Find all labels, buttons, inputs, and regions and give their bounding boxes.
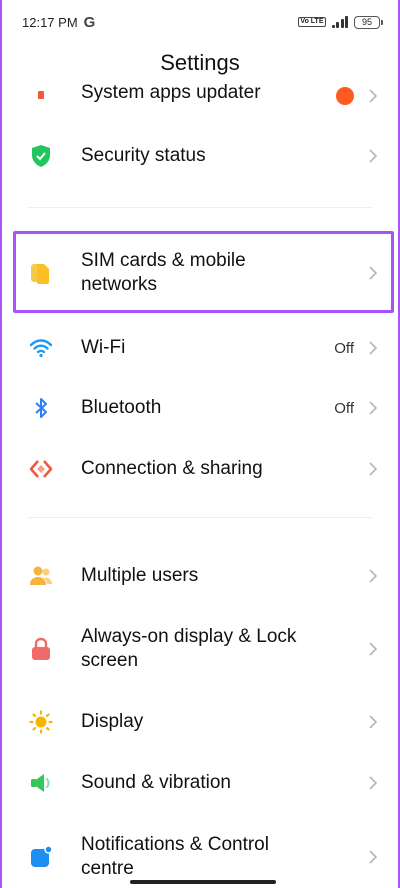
settings-item-connection-sharing[interactable]: Connection & sharing xyxy=(2,447,398,491)
volte-icon: Vo LTE xyxy=(298,17,326,27)
sun-icon xyxy=(28,709,54,735)
settings-item-bluetooth[interactable]: Bluetooth Off xyxy=(2,386,398,430)
settings-item-wifi[interactable]: Wi-Fi Off xyxy=(2,326,398,370)
settings-item-label: Notifications & Control centre xyxy=(81,834,269,879)
chevron-right-icon xyxy=(368,148,378,164)
chevron-right-icon xyxy=(368,568,378,584)
settings-item-system-apps-updater[interactable]: System apps updater xyxy=(2,84,398,108)
settings-item-label: Connection & sharing xyxy=(81,458,263,479)
chevron-right-icon xyxy=(368,88,378,104)
section-divider xyxy=(28,517,372,518)
connection-sharing-icon xyxy=(28,456,54,482)
highlight-box xyxy=(13,231,394,313)
users-icon xyxy=(28,563,54,589)
chevron-right-icon xyxy=(368,775,378,791)
section-divider xyxy=(28,207,372,208)
chevron-right-icon xyxy=(368,641,378,657)
chevron-right-icon xyxy=(368,849,378,865)
settings-item-label: Wi-Fi xyxy=(81,337,126,358)
bluetooth-status: Off xyxy=(334,399,354,417)
chevron-right-icon xyxy=(368,400,378,416)
notification-icon xyxy=(28,844,54,870)
signal-icon xyxy=(331,16,348,28)
settings-item-label: Sound & vibration xyxy=(81,772,231,793)
battery-icon: 95 xyxy=(354,15,383,29)
settings-item-label: Display xyxy=(81,711,144,732)
lock-icon xyxy=(28,636,54,662)
update-badge xyxy=(336,87,354,105)
settings-item-multiple-users[interactable]: Multiple users xyxy=(2,554,398,598)
chevron-right-icon xyxy=(368,461,378,477)
settings-item-lock-screen[interactable]: Always-on display & Lock screen xyxy=(2,624,398,674)
status-time: 12:17 PM xyxy=(22,14,78,30)
settings-item-notifications[interactable]: Notifications & Control centre xyxy=(2,832,398,882)
settings-item-display[interactable]: Display xyxy=(2,700,398,744)
settings-item-security-status[interactable]: Security status xyxy=(2,134,398,178)
settings-item-label: Bluetooth xyxy=(81,397,162,418)
settings-item-label: Always-on display & Lock screen xyxy=(81,626,297,671)
wifi-status: Off xyxy=(334,339,354,357)
status-bar: 12:17 PM G Vo LTE 95 xyxy=(2,0,398,44)
home-indicator[interactable] xyxy=(130,880,276,884)
shield-icon xyxy=(28,143,54,169)
google-icon: G xyxy=(83,13,96,31)
settings-item-label: System apps updater xyxy=(81,84,261,103)
speaker-icon xyxy=(28,770,54,796)
phone-frame: 12:17 PM G Vo LTE 95 Settings System app… xyxy=(0,0,400,888)
page-title: Settings xyxy=(160,50,240,75)
settings-item-label: Multiple users xyxy=(81,565,199,586)
wifi-icon xyxy=(28,335,54,361)
chevron-right-icon xyxy=(368,714,378,730)
settings-item-sound-vibration[interactable]: Sound & vibration xyxy=(2,761,398,805)
system-apps-icon xyxy=(28,84,54,108)
chevron-right-icon xyxy=(368,340,378,356)
bluetooth-icon xyxy=(28,395,54,421)
settings-item-label: Security status xyxy=(81,145,206,166)
